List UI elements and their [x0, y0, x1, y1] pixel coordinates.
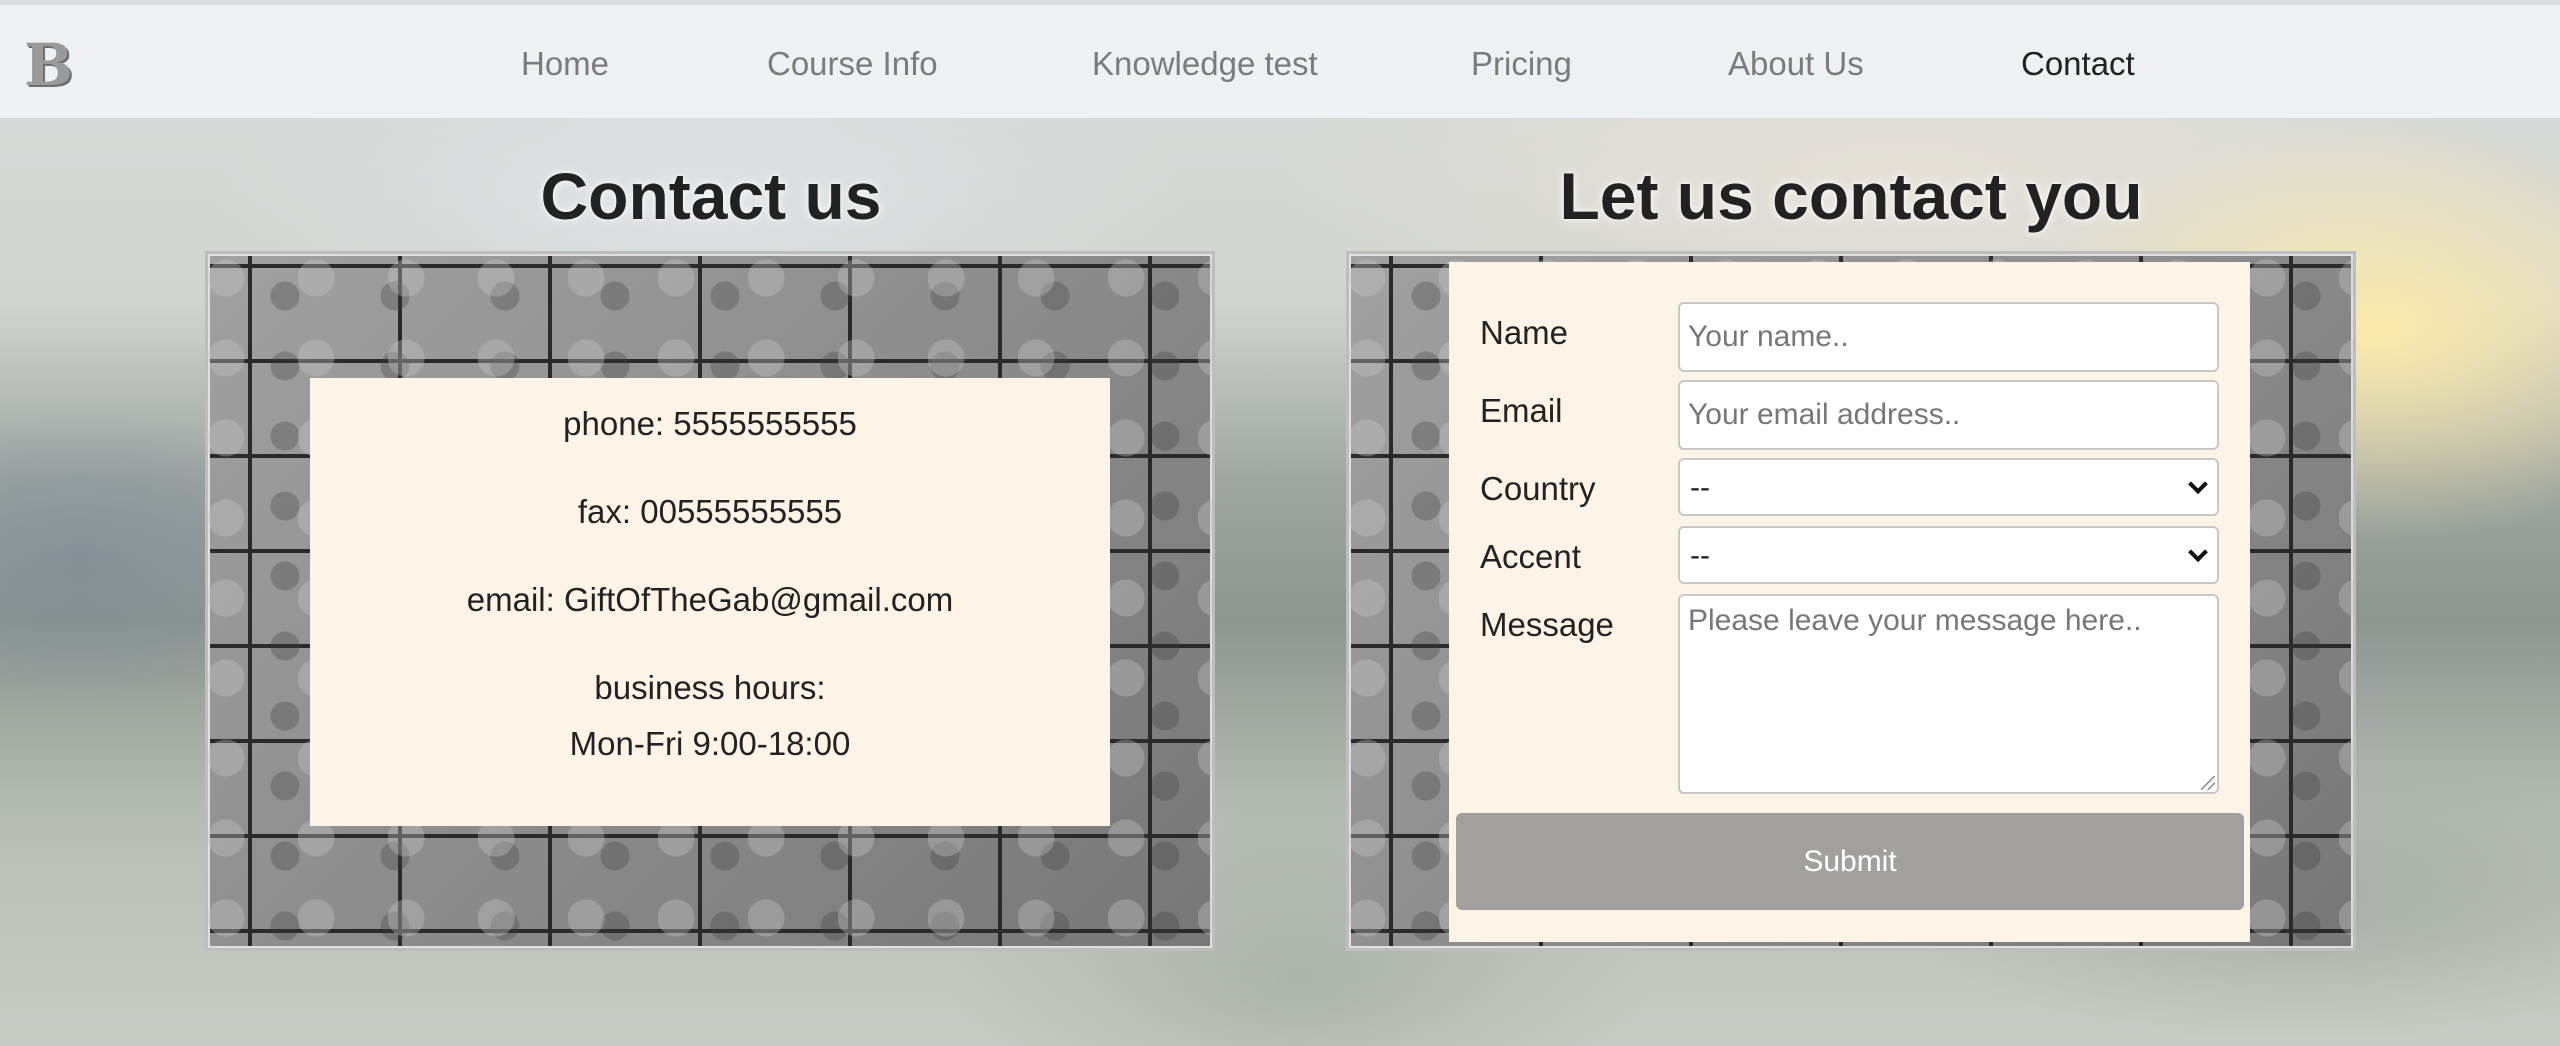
country-select-wrapper: --	[1678, 458, 2219, 516]
resize-handle-icon[interactable]	[2201, 776, 2215, 790]
submit-button[interactable]: Submit	[1456, 813, 2244, 910]
name-input[interactable]	[1678, 302, 2219, 372]
site-logo[interactable]: B	[24, 36, 82, 94]
contact-email: email: GiftOfTheGab@gmail.com	[466, 581, 954, 618]
nav-home[interactable]: Home	[521, 45, 609, 83]
top-navigation-bar: B Home Course Info Knowledge test Pricin…	[0, 3, 2560, 118]
nav-course-info[interactable]: Course Info	[767, 45, 938, 83]
contact-us-heading: Contact us	[540, 159, 882, 233]
nav-knowledge-test[interactable]: Knowledge test	[1092, 45, 1318, 83]
email-input[interactable]	[1678, 380, 2219, 450]
contact-form: Name Email Country -- Accent -- Message …	[1449, 262, 2250, 942]
nav-pricing[interactable]: Pricing	[1471, 45, 1572, 83]
nav-contact[interactable]: Contact	[2021, 45, 2135, 83]
message-textarea[interactable]	[1678, 594, 2219, 794]
country-select[interactable]: --	[1678, 458, 2219, 516]
business-hours-label: business hours:	[594, 669, 826, 706]
contact-fax: fax: 00555555555	[577, 493, 843, 530]
contact-form-heading: Let us contact you	[1559, 159, 2143, 233]
name-label: Name	[1480, 314, 1569, 351]
message-label: Message	[1480, 606, 1614, 643]
country-label: Country	[1480, 470, 1596, 507]
accent-select[interactable]: --	[1678, 526, 2219, 584]
contact-phone: phone: 5555555555	[563, 405, 857, 442]
contact-info-card: phone: 5555555555 fax: 00555555555 email…	[310, 378, 1110, 826]
message-textarea-wrapper	[1678, 594, 2219, 794]
accent-select-wrapper: --	[1678, 526, 2219, 584]
business-hours-value: Mon-Fri 9:00-18:00	[569, 725, 851, 762]
accent-label: Accent	[1480, 538, 1581, 575]
email-label: Email	[1480, 392, 1563, 429]
nav-about-us[interactable]: About Us	[1728, 45, 1864, 83]
